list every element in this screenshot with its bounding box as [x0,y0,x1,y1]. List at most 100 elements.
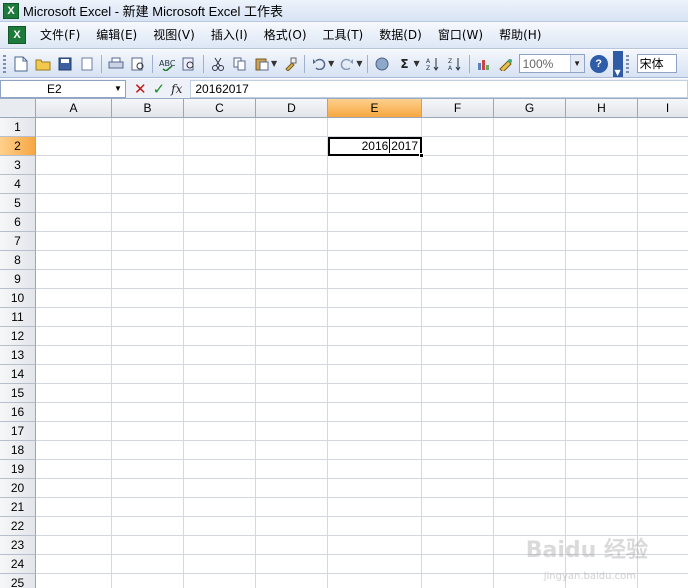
row-header-11[interactable]: 11 [0,308,36,327]
cell[interactable] [36,175,112,194]
row-header-20[interactable]: 20 [0,479,36,498]
format-painter-icon[interactable] [280,54,300,74]
cell[interactable] [184,517,256,536]
sort-ascending-icon[interactable]: AZ [423,54,443,74]
research-icon[interactable] [179,54,199,74]
cell[interactable] [328,308,422,327]
cell[interactable] [328,232,422,251]
cell[interactable] [112,270,184,289]
column-header-f[interactable]: F [422,99,494,118]
cut-icon[interactable] [208,54,228,74]
menu-window[interactable]: 窗口(W) [430,25,491,45]
print-preview-icon[interactable] [128,54,148,74]
cell[interactable] [112,175,184,194]
row-header-25[interactable]: 25 [0,574,36,588]
cell[interactable] [328,346,422,365]
row-header-23[interactable]: 23 [0,536,36,555]
redo-icon[interactable] [337,54,357,74]
cell[interactable] [494,156,566,175]
cell[interactable] [256,232,328,251]
column-header-i[interactable]: I [638,99,688,118]
cell[interactable] [566,194,638,213]
cell[interactable] [256,289,328,308]
cell[interactable] [638,137,688,156]
print-icon[interactable] [106,54,126,74]
cell[interactable] [566,232,638,251]
cell[interactable] [422,251,494,270]
cell[interactable] [256,574,328,588]
cell[interactable] [36,384,112,403]
cell[interactable] [328,403,422,422]
cell[interactable] [184,232,256,251]
cell[interactable] [494,175,566,194]
cell[interactable] [184,118,256,137]
cell[interactable] [256,194,328,213]
cell[interactable] [422,289,494,308]
toolbar-grip[interactable] [625,54,629,73]
cell[interactable] [112,460,184,479]
cell[interactable] [422,194,494,213]
row-header-18[interactable]: 18 [0,441,36,460]
cell[interactable] [328,422,422,441]
cell[interactable] [638,479,688,498]
cell[interactable] [566,422,638,441]
cell[interactable] [638,251,688,270]
undo-icon[interactable] [309,54,329,74]
cell[interactable] [36,289,112,308]
cell[interactable] [638,498,688,517]
cell[interactable] [328,498,422,517]
cell[interactable] [36,346,112,365]
copy-icon[interactable] [230,54,250,74]
cell[interactable] [184,270,256,289]
permission-icon[interactable] [77,54,97,74]
cell[interactable] [112,327,184,346]
cell[interactable] [328,555,422,574]
cell[interactable] [494,232,566,251]
toolbar-options-icon[interactable]: ▼ [612,50,623,77]
paste-dropdown-icon[interactable]: ▼ [271,59,277,68]
menu-insert[interactable]: 插入(I) [203,25,256,45]
cell[interactable] [256,479,328,498]
cell[interactable] [112,118,184,137]
column-header-c[interactable]: C [184,99,256,118]
select-all-button[interactable] [0,99,36,118]
cell[interactable] [566,365,638,384]
cell[interactable] [566,289,638,308]
column-header-e[interactable]: E [328,99,422,118]
cell[interactable] [328,289,422,308]
cell[interactable] [638,327,688,346]
cell[interactable] [566,498,638,517]
active-cell[interactable]: 2016 2017 [328,137,424,158]
cell[interactable] [422,517,494,536]
cell[interactable] [256,251,328,270]
row-header-5[interactable]: 5 [0,194,36,213]
cell[interactable] [184,251,256,270]
row-header-15[interactable]: 15 [0,384,36,403]
cell[interactable] [112,251,184,270]
cell[interactable] [638,460,688,479]
cell[interactable] [422,555,494,574]
name-box-dropdown-icon[interactable]: ▼ [111,81,125,97]
cell[interactable] [328,479,422,498]
cell[interactable] [112,365,184,384]
cell[interactable] [638,346,688,365]
cell[interactable] [638,441,688,460]
cell[interactable] [638,308,688,327]
cell[interactable] [256,384,328,403]
insert-function-icon[interactable]: fx [171,82,182,96]
cell[interactable] [184,308,256,327]
chart-wizard-icon[interactable] [474,54,494,74]
row-header-1[interactable]: 1 [0,118,36,137]
cell[interactable] [422,346,494,365]
cell[interactable] [112,194,184,213]
cell[interactable] [256,137,328,156]
cell[interactable] [256,156,328,175]
cell[interactable] [256,175,328,194]
column-header-a[interactable]: A [36,99,112,118]
cell[interactable] [328,156,422,175]
cell[interactable] [184,156,256,175]
cell[interactable] [36,194,112,213]
cell[interactable] [494,365,566,384]
cell[interactable] [328,270,422,289]
cell[interactable] [494,213,566,232]
